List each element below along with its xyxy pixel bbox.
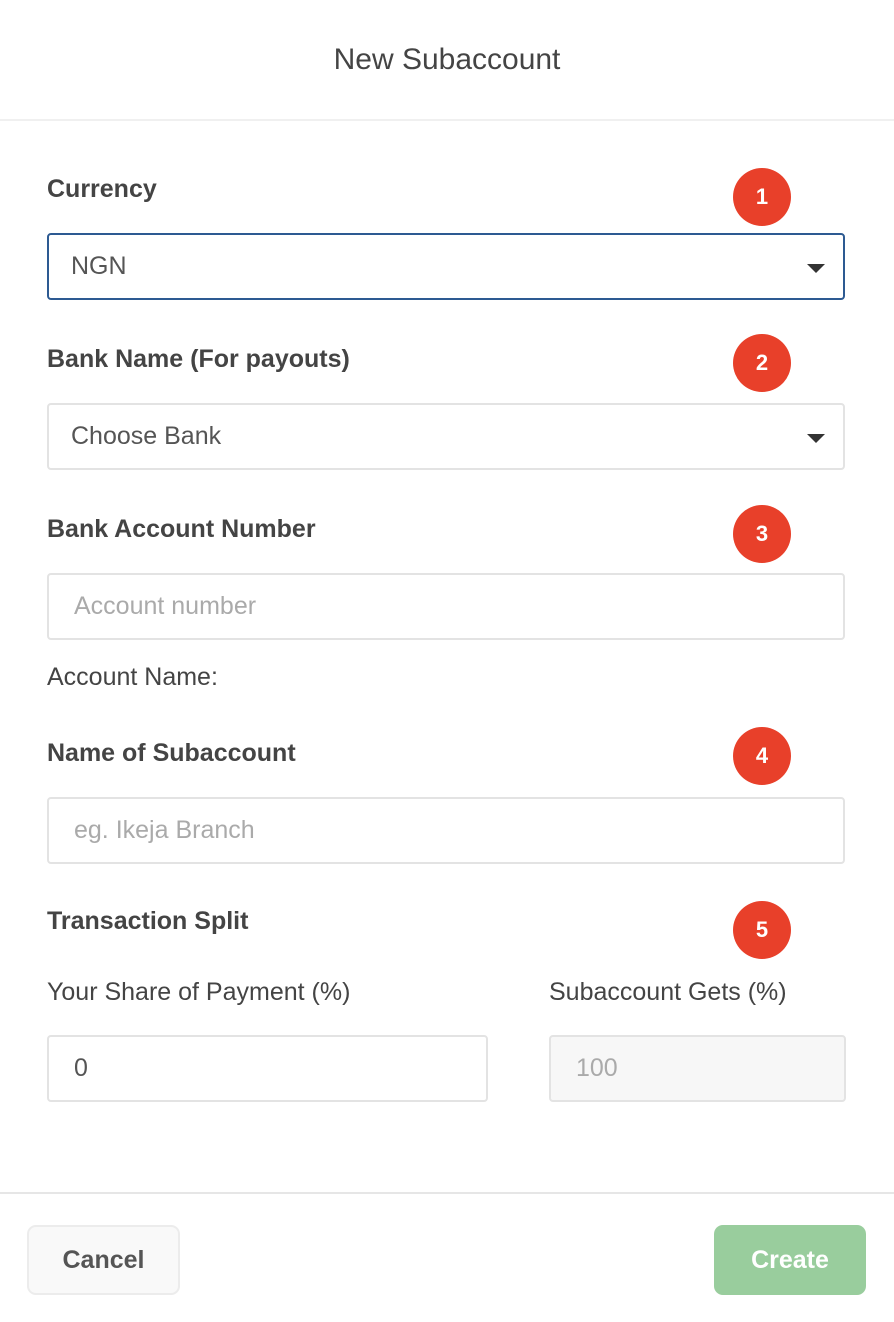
modal-header: New Subaccount	[0, 0, 894, 121]
create-button[interactable]: Create	[714, 1225, 866, 1295]
bank-label: Bank Name (For payouts)	[47, 345, 350, 373]
transaction-split-label: Transaction Split	[47, 907, 249, 935]
step-badge-2: 2	[733, 334, 791, 392]
subaccount-gets-value: 100	[576, 1054, 618, 1082]
footer-divider	[0, 1192, 894, 1194]
step-badge-5: 5	[733, 901, 791, 959]
account-number-label: Bank Account Number	[47, 515, 316, 543]
step-badge-3: 3	[733, 505, 791, 563]
your-share-value: 0	[74, 1054, 88, 1082]
your-share-label: Your Share of Payment (%)	[47, 978, 351, 1006]
subaccount-gets-input: 100	[549, 1035, 846, 1102]
subaccount-name-placeholder: eg. Ikeja Branch	[74, 816, 255, 844]
account-number-input[interactable]: Account number	[47, 573, 845, 640]
currency-value: NGN	[71, 252, 127, 280]
subaccount-name-label: Name of Subaccount	[47, 739, 296, 767]
caret-down-icon	[807, 434, 825, 443]
bank-select[interactable]: Choose Bank	[47, 403, 845, 470]
currency-label: Currency	[47, 175, 157, 203]
currency-select[interactable]: NGN	[47, 233, 845, 300]
step-badge-1: 1	[733, 168, 791, 226]
subaccount-name-input[interactable]: eg. Ikeja Branch	[47, 797, 845, 864]
account-name-label: Account Name:	[47, 663, 218, 691]
bank-value: Choose Bank	[71, 422, 222, 450]
your-share-input[interactable]: 0	[47, 1035, 488, 1102]
account-number-placeholder: Account number	[74, 592, 257, 620]
caret-down-icon	[807, 264, 825, 273]
modal-title: New Subaccount	[333, 42, 561, 76]
cancel-button[interactable]: Cancel	[27, 1225, 180, 1295]
subaccount-gets-label: Subaccount Gets (%)	[549, 978, 787, 1006]
step-badge-4: 4	[733, 727, 791, 785]
